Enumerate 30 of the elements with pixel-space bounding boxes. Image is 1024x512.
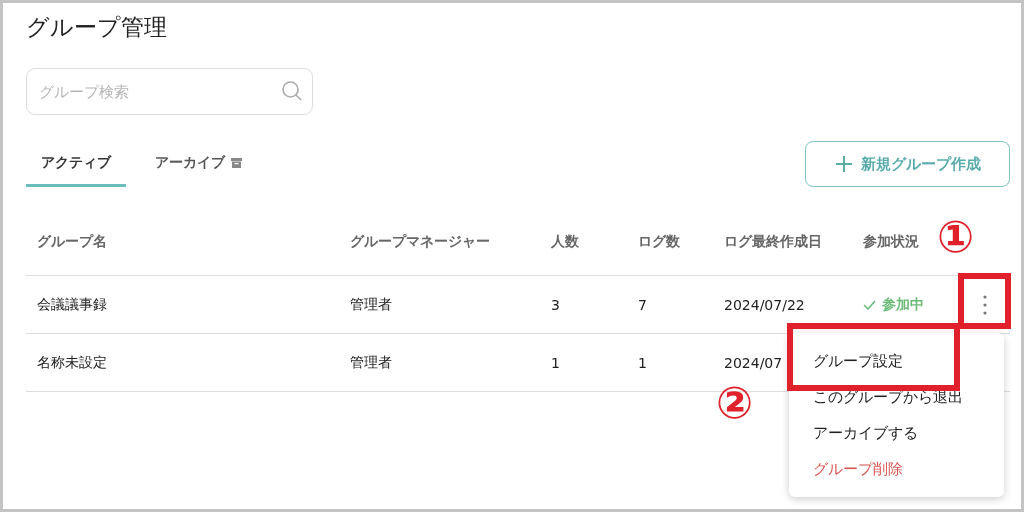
table-cell: 2024/07/22: [724, 296, 805, 313]
menu-item[interactable]: アーカイブする: [789, 415, 1004, 451]
page-title: グループ管理: [26, 13, 167, 42]
column-header: ログ数: [637, 233, 681, 251]
search-field[interactable]: グループ検索: [26, 68, 313, 115]
check-icon: [863, 299, 876, 310]
tab[interactable]: アクティブ: [26, 141, 126, 187]
search-icon[interactable]: [281, 80, 303, 102]
archive-icon: [231, 157, 242, 168]
plus-icon: [834, 155, 853, 173]
table-cell: 3: [551, 296, 560, 313]
table-cell: 2024/07: [724, 354, 783, 371]
table-cell: 会議議事録: [37, 295, 107, 314]
table-cell: 1: [551, 354, 560, 371]
table-cell: 7: [638, 296, 647, 313]
tab[interactable]: アーカイブ: [140, 141, 257, 187]
table-cell: 管理者: [350, 353, 392, 372]
column-header: 人数: [550, 233, 580, 251]
table-cell: 管理者: [350, 295, 392, 314]
menu-item[interactable]: グループ設定: [789, 343, 1004, 379]
column-header: グループマネージャー: [349, 233, 491, 251]
column-header: グループ名: [36, 233, 108, 251]
status-label: 参加中: [852, 295, 960, 314]
step-number: ②: [716, 381, 754, 425]
table-cell: 1: [638, 354, 647, 371]
column-header: 参加状況: [862, 233, 920, 251]
table-cell: 名称未設定: [37, 353, 107, 372]
step-number: ①: [937, 215, 975, 259]
menu-item[interactable]: グループ削除: [789, 451, 1004, 487]
column-header: ログ最終作成日: [723, 233, 823, 251]
